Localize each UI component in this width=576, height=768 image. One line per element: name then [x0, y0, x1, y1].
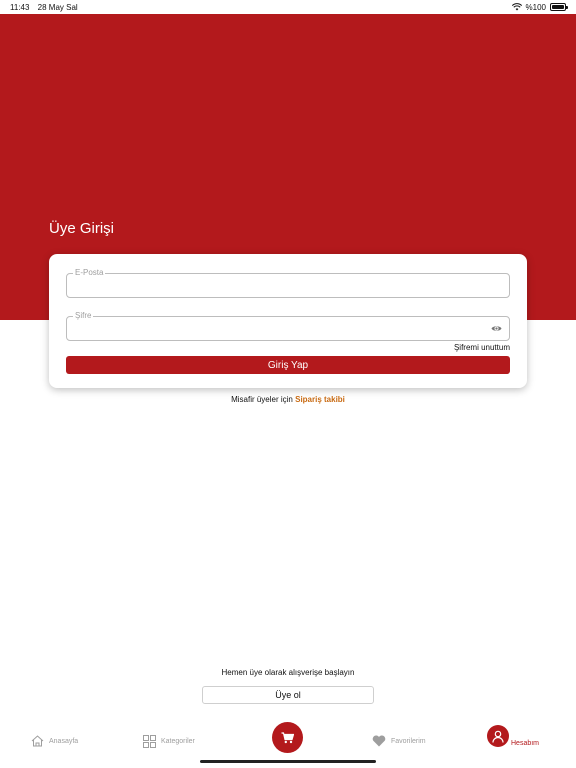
order-tracking-link[interactable]: Sipariş takibi	[295, 395, 345, 404]
status-date: 28 May Sal	[37, 2, 78, 12]
home-indicator	[200, 760, 376, 763]
tab-home-label: Anasayfa	[49, 737, 79, 745]
guest-prefix: Misafir üyeler için	[231, 395, 293, 404]
wifi-icon	[511, 3, 522, 11]
status-bar: 11:43 28 May Sal %100	[0, 0, 576, 14]
status-right: %100	[511, 2, 568, 12]
tab-categories-label: Kategoriler	[161, 738, 195, 745]
tab-account[interactable]: Hesabım	[487, 725, 539, 747]
heart-icon	[372, 735, 386, 747]
password-field: Şifre	[66, 311, 510, 341]
forgot-password-link[interactable]: Şifremi unuttum	[454, 343, 510, 352]
tab-categories[interactable]: Kategoriler	[143, 735, 195, 748]
email-input[interactable]	[67, 274, 509, 297]
password-input[interactable]	[67, 317, 509, 340]
tab-home[interactable]: Anasayfa	[31, 735, 78, 747]
password-label: Şifre	[73, 311, 94, 321]
login-card: E-Posta Şifre Şifremi unuttum Giriş Yap	[49, 254, 527, 388]
status-left: 11:43 28 May Sal	[10, 3, 84, 12]
cart-icon	[281, 731, 294, 743]
email-label: E-Posta	[73, 268, 106, 278]
guest-tracking-line: Misafir üyeler için Sipariş takibi	[0, 395, 576, 404]
tab-favorites-label: Favorilerim	[391, 737, 426, 745]
email-field: E-Posta	[66, 268, 510, 298]
signup-button[interactable]: Üye ol	[202, 686, 374, 704]
battery-icon	[550, 3, 568, 11]
user-icon	[492, 730, 504, 743]
battery-fill	[552, 5, 564, 9]
signup-prompt: Hemen üye olarak alışverişe başlayın	[221, 668, 355, 677]
login-button[interactable]: Giriş Yap	[66, 356, 510, 374]
page-title: Üye Girişi	[49, 220, 115, 237]
home-icon	[31, 735, 44, 747]
cart-button[interactable]	[272, 722, 303, 753]
battery-percent: %100	[525, 2, 546, 12]
eye-icon[interactable]	[491, 324, 502, 333]
grid-icon	[143, 735, 156, 748]
tab-account-label: Hesabım	[511, 739, 540, 747]
account-icon-circle	[487, 725, 509, 747]
status-time: 11:43	[10, 2, 30, 12]
tab-favorites[interactable]: Favorilerim	[372, 735, 426, 747]
